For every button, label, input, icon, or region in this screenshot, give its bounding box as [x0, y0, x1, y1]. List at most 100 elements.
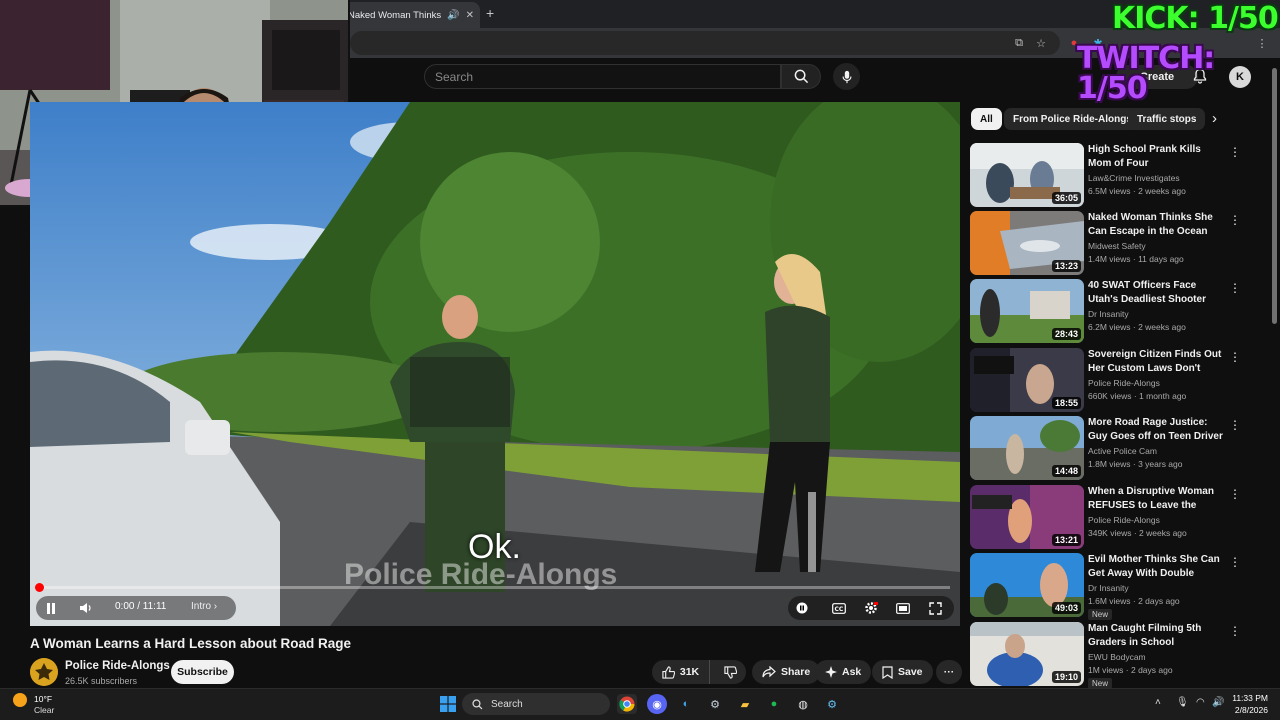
file-explorer-icon[interactable]: ▰: [735, 694, 755, 714]
recommendation-item[interactable]: 36:05 High School Prank Kills Mom of Fou…: [970, 143, 1250, 207]
channel-name[interactable]: Midwest Safety: [1088, 241, 1146, 251]
chip-all[interactable]: All: [971, 108, 1002, 130]
time-display: 0:00 / 11:11: [115, 601, 167, 612]
edge-icon[interactable]: ◐: [676, 694, 696, 714]
dislike-button[interactable]: [715, 665, 746, 679]
chip-traffic-stops[interactable]: Traffic stops: [1128, 108, 1206, 130]
video-thumbnail[interactable]: 13:23: [970, 211, 1084, 275]
progress-scrubber[interactable]: [35, 583, 44, 592]
recommendation-item[interactable]: 49:03 Evil Mother Thinks She Can Get Awa…: [970, 553, 1250, 620]
subscribe-button[interactable]: Subscribe: [171, 660, 234, 684]
save-button[interactable]: Save: [872, 660, 933, 684]
weather-condition[interactable]: Clear: [34, 705, 54, 715]
browser-tab[interactable]: Naked Woman Thinks She 🔊 ✕: [340, 2, 480, 28]
new-tab-button[interactable]: +: [486, 5, 494, 21]
discord-icon[interactable]: ◉: [647, 694, 667, 714]
share-button[interactable]: Share: [752, 660, 821, 684]
weather-icon[interactable]: [13, 693, 27, 707]
video-title[interactable]: More Road Rage Justice: Guy Goes off on …: [1088, 416, 1224, 443]
recommendation-item[interactable]: 13:21 When a Disruptive Woman REFUSES to…: [970, 485, 1250, 549]
recommendation-item[interactable]: 28:43 40 SWAT Officers Face Utah's Deadl…: [970, 279, 1250, 343]
bookmark-star-icon[interactable]: ☆: [1033, 35, 1049, 51]
microphone-icon[interactable]: 🎙: [1176, 697, 1189, 708]
channel-name[interactable]: Dr Insanity: [1088, 583, 1129, 593]
video-thumbnail[interactable]: 28:43: [970, 279, 1084, 343]
scrollbar-thumb[interactable]: [1272, 68, 1277, 324]
subscriber-count: 26.5K subscribers: [65, 676, 138, 686]
more-vertical-icon[interactable]: ⋮: [1229, 145, 1241, 159]
channel-name[interactable]: EWU Bodycam: [1088, 652, 1146, 662]
more-vertical-icon[interactable]: ⋮: [1229, 350, 1241, 364]
chevron-up-icon[interactable]: ˄: [1155, 697, 1161, 708]
install-icon[interactable]: ⧉: [1011, 35, 1027, 51]
search-button[interactable]: [781, 64, 821, 89]
ask-button[interactable]: Ask: [815, 660, 872, 684]
more-vertical-icon[interactable]: ⋮: [1229, 213, 1241, 227]
taskbar-search[interactable]: Search: [462, 693, 610, 715]
obs-icon[interactable]: ◍: [793, 694, 813, 714]
video-title[interactable]: Sovereign Citizen Finds Out Her Custom L…: [1088, 348, 1224, 376]
pause-button[interactable]: [42, 599, 60, 617]
clock-time[interactable]: 11:33 PM: [1232, 693, 1268, 703]
video-duration: 13:23: [1051, 260, 1081, 272]
wifi-icon[interactable]: ◠: [1196, 697, 1205, 708]
captions-button[interactable]: CC: [830, 599, 848, 617]
sparkle-icon: [825, 666, 837, 678]
address-bar[interactable]: [350, 31, 1060, 55]
clock-date[interactable]: 2/8/2026: [1226, 705, 1268, 715]
recommendation-item[interactable]: 14:48 More Road Rage Justice: Guy Goes o…: [970, 416, 1250, 480]
more-vertical-icon[interactable]: ⋮: [1229, 555, 1241, 569]
video-duration: 13:21: [1051, 534, 1081, 546]
more-actions-button[interactable]: ···: [936, 660, 962, 684]
more-vertical-icon[interactable]: ⋮: [1229, 487, 1241, 501]
fullscreen-button[interactable]: [926, 599, 944, 617]
more-vertical-icon[interactable]: ⋮: [1229, 624, 1241, 638]
video-thumbnail[interactable]: 18:55: [970, 348, 1084, 412]
like-button[interactable]: 31K: [652, 660, 710, 684]
chrome-icon[interactable]: [617, 694, 637, 714]
recommendation-item[interactable]: 19:10 Man Caught Filming 5th Graders in …: [970, 622, 1250, 689]
speaker-icon[interactable]: 🔊: [1212, 697, 1224, 708]
spotify-icon[interactable]: ●: [764, 694, 784, 714]
video-title[interactable]: 40 SWAT Officers Face Utah's Deadliest S…: [1088, 279, 1224, 307]
share-label: Share: [781, 666, 811, 678]
start-button[interactable]: [438, 694, 458, 714]
channel-avatar[interactable]: [30, 658, 58, 686]
share-icon: [762, 666, 776, 678]
video-thumbnail[interactable]: 49:03: [970, 553, 1084, 617]
settings-button[interactable]: [862, 599, 880, 617]
video-thumbnail[interactable]: 19:10: [970, 622, 1084, 686]
speaker-icon[interactable]: 🔊: [447, 10, 459, 21]
voice-search-button[interactable]: [833, 63, 860, 90]
video-title[interactable]: High School Prank Kills Mom of Four: [1088, 143, 1224, 170]
steam-client-icon[interactable]: ⚙: [822, 694, 842, 714]
more-vertical-icon[interactable]: ⋮: [1229, 281, 1241, 295]
channel-name[interactable]: Dr Insanity: [1088, 309, 1129, 319]
channel-name[interactable]: Law&Crime Investigates: [1088, 173, 1180, 183]
steam-icon[interactable]: ⚙: [705, 694, 725, 714]
more-vertical-icon[interactable]: ⋮: [1229, 418, 1241, 432]
video-thumbnail[interactable]: 14:48: [970, 416, 1084, 480]
video-title[interactable]: Evil Mother Thinks She Can Get Away With…: [1088, 553, 1224, 581]
autoplay-toggle[interactable]: [794, 599, 810, 617]
volume-button[interactable]: [76, 599, 94, 617]
video-title[interactable]: Man Caught Filming 5th Graders in School…: [1088, 622, 1224, 650]
channel-name[interactable]: Active Police Cam: [1088, 446, 1157, 456]
theater-mode-button[interactable]: [894, 599, 912, 617]
chevron-right-icon[interactable]: ›: [1212, 110, 1217, 127]
close-icon[interactable]: ✕: [466, 10, 474, 21]
recommendation-item[interactable]: 18:55 Sovereign Citizen Finds Out Her Cu…: [970, 348, 1250, 412]
video-thumbnail[interactable]: 36:05: [970, 143, 1084, 207]
search-input[interactable]: Search: [424, 64, 781, 89]
recommendation-item[interactable]: 13:23 Naked Woman Thinks She Can Escape …: [970, 211, 1250, 275]
weather-temperature[interactable]: 10°F: [34, 694, 52, 704]
channel-name[interactable]: Police Ride-Alongs: [1088, 515, 1160, 525]
video-title[interactable]: Naked Woman Thinks She Can Escape in the…: [1088, 211, 1224, 238]
video-thumbnail[interactable]: 13:21: [970, 485, 1084, 549]
channel-name[interactable]: Police Ride-Alongs: [1088, 378, 1160, 388]
chapter-button[interactable]: Intro ›: [191, 601, 217, 612]
video-title[interactable]: When a Disruptive Woman REFUSES to Leave…: [1088, 485, 1224, 513]
channel-name[interactable]: Police Ride-Alongs: [65, 660, 170, 672]
progress-bar[interactable]: [40, 586, 950, 589]
chip-from-channel[interactable]: From Police Ride-Alongs: [1004, 108, 1141, 130]
